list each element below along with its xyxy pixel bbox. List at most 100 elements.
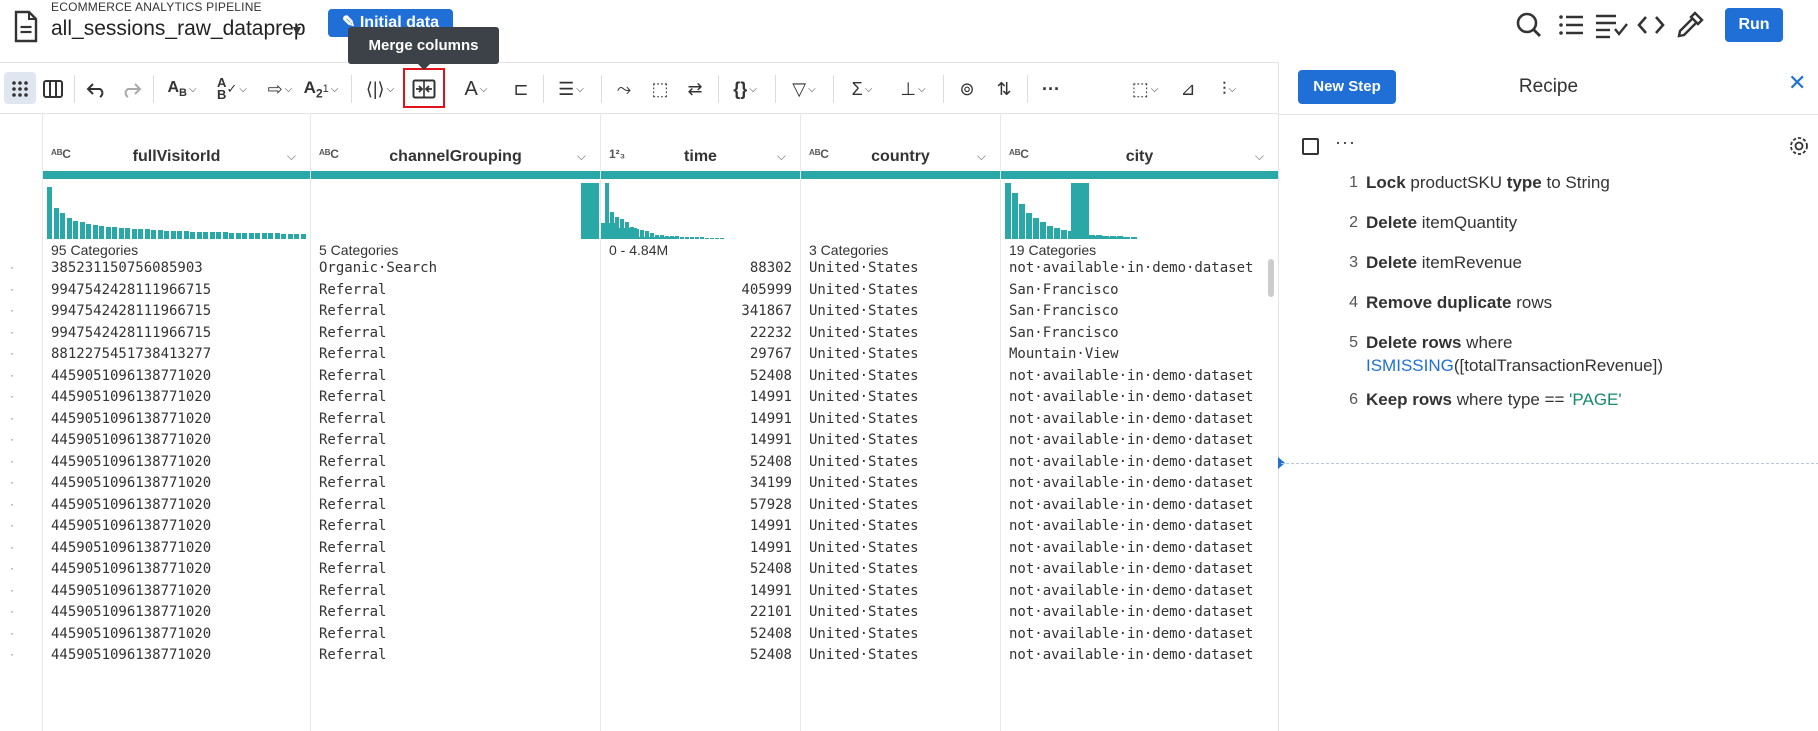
column-header[interactable]: ᴬᴮC country ⌵ xyxy=(801,147,1000,167)
recipe-name[interactable]: all_sessions_raw_dataprep xyxy=(51,17,306,41)
text-icon[interactable]: A ⌵ xyxy=(456,73,496,105)
histogram-bar[interactable] xyxy=(112,227,117,239)
histogram-bar[interactable] xyxy=(261,233,267,239)
histogram-bar[interactable] xyxy=(196,231,202,239)
histogram-bar[interactable] xyxy=(235,232,241,239)
table-cell[interactable]: 4459051096138771020 xyxy=(51,643,302,668)
column-fullvisitorid[interactable]: ᴬᴮC fullVisitorId ⌵ 95 Categories 385231… xyxy=(42,114,310,731)
histogram-bar[interactable] xyxy=(640,230,644,239)
chevron-down-icon[interactable]: ⌵ xyxy=(287,149,296,164)
histogram-bar[interactable] xyxy=(86,223,91,239)
column-city[interactable]: ᴬᴮC city ⌵ 19 Categories not·available·i… xyxy=(1000,114,1278,731)
histogram-bar[interactable] xyxy=(1082,233,1088,239)
restructure-icon[interactable]: ☰ ⌵ xyxy=(551,73,591,105)
histogram-bar[interactable] xyxy=(99,226,104,239)
histogram-bar[interactable] xyxy=(1040,222,1046,239)
histogram-bar[interactable] xyxy=(183,231,189,239)
histogram-bar[interactable] xyxy=(675,236,679,239)
aggregate-icon[interactable]: Σ ⌵ xyxy=(842,73,882,105)
column-header[interactable]: ᴬᴮC city ⌵ xyxy=(1001,147,1278,167)
histogram-bar[interactable] xyxy=(1005,183,1011,239)
split-icon[interactable]: ⟨|⟩ ⌵ xyxy=(360,73,400,105)
chevron-down-icon[interactable]: ⌵ xyxy=(577,149,586,164)
histogram-bar[interactable] xyxy=(1068,231,1074,239)
histogram-bar[interactable] xyxy=(645,231,649,239)
row-handle[interactable]: · xyxy=(10,282,14,296)
row-handle[interactable]: · xyxy=(10,626,14,640)
histogram-bar[interactable] xyxy=(1075,232,1081,239)
filter-icon[interactable]: ▽ ⌵ xyxy=(784,73,824,105)
chevron-down-icon[interactable]: ▼ xyxy=(290,22,304,38)
column-header[interactable]: ᴬᴮC fullVisitorId ⌵ xyxy=(43,147,310,167)
row-handle[interactable]: · xyxy=(10,368,14,382)
histogram-bar[interactable] xyxy=(1012,193,1018,239)
histogram-bar[interactable] xyxy=(216,232,221,239)
histogram[interactable] xyxy=(47,182,306,239)
row-handle[interactable]: · xyxy=(10,260,14,274)
filter-list-icon[interactable] xyxy=(1594,10,1630,40)
code-icon[interactable] xyxy=(1636,10,1666,40)
column-view-icon[interactable] xyxy=(41,73,65,105)
eyedropper-icon[interactable] xyxy=(1675,10,1705,40)
histogram-bar[interactable] xyxy=(615,216,619,239)
column-header[interactable]: 1²₃ time ⌵ xyxy=(601,147,800,167)
table-cell[interactable]: Referral xyxy=(319,643,592,668)
row-handle[interactable]: · xyxy=(10,389,14,403)
histogram-bar[interactable] xyxy=(630,226,634,239)
format-text-icon[interactable]: ⊏ xyxy=(506,73,536,105)
row-handle[interactable]: · xyxy=(10,325,14,339)
histogram-bar[interactable] xyxy=(1061,230,1067,239)
histogram-bar[interactable] xyxy=(710,237,714,239)
row-handle[interactable]: · xyxy=(10,583,14,597)
run-button[interactable]: Run xyxy=(1725,8,1783,42)
list-icon[interactable] xyxy=(1556,10,1586,40)
histogram-bar[interactable] xyxy=(242,232,247,239)
table-cell[interactable]: 52408 xyxy=(609,643,792,668)
histogram-bar[interactable] xyxy=(177,231,182,239)
histogram-bar[interactable] xyxy=(635,228,639,239)
histogram-bar[interactable] xyxy=(1019,204,1025,239)
histogram-bar[interactable] xyxy=(705,237,709,239)
row-handle[interactable]: · xyxy=(10,475,14,489)
histogram-bar[interactable] xyxy=(1110,236,1116,239)
histogram[interactable] xyxy=(605,182,796,239)
histogram-bar[interactable] xyxy=(73,220,78,239)
table-cell[interactable]: not·available·in·demo·dataset xyxy=(1009,643,1270,668)
histogram-bar[interactable] xyxy=(209,232,215,239)
histogram-bar[interactable] xyxy=(255,233,260,239)
column-country[interactable]: ᴬᴮC country ⌵ 3 Categories United·States… xyxy=(800,114,1127,731)
histogram-bar[interactable] xyxy=(1047,225,1053,239)
histogram-bar[interactable] xyxy=(118,227,124,239)
format-icon[interactable]: A2 1 ⌵ xyxy=(301,73,341,105)
histogram-bar[interactable] xyxy=(300,233,306,239)
histogram-bar[interactable] xyxy=(125,228,130,239)
row-handle[interactable]: · xyxy=(10,346,14,360)
histogram-bar[interactable] xyxy=(700,237,704,239)
select-region-icon[interactable]: ⬚ ⌵ xyxy=(1124,73,1166,105)
histogram[interactable] xyxy=(1005,182,1274,239)
histogram-bar[interactable] xyxy=(190,231,195,239)
histogram-bar[interactable] xyxy=(670,236,674,239)
histogram-bar[interactable] xyxy=(1054,227,1060,239)
row-handle[interactable]: · xyxy=(10,454,14,468)
histogram-bar[interactable] xyxy=(1117,236,1123,239)
row-handle[interactable]: · xyxy=(10,561,14,575)
histogram-bar[interactable] xyxy=(151,230,156,239)
histogram-bar[interactable] xyxy=(1124,236,1130,239)
search-icon[interactable] xyxy=(1514,10,1544,40)
join-icon[interactable]: ⊥ ⌵ xyxy=(893,73,933,105)
pivot-icon[interactable]: ⬚ xyxy=(645,73,675,105)
histogram-bar[interactable] xyxy=(60,213,65,239)
row-handle[interactable]: · xyxy=(10,497,14,511)
row-handle[interactable]: · xyxy=(10,303,14,317)
histogram-bar[interactable] xyxy=(610,212,614,239)
chevron-down-icon[interactable]: ⌵ xyxy=(977,149,986,164)
select-all-checkbox[interactable] xyxy=(1302,138,1319,155)
move-icon[interactable]: ⇨ ⌵ xyxy=(260,73,300,105)
histogram-bar[interactable] xyxy=(715,237,719,239)
settings-sliders-icon[interactable]: ⫶ ⌵ xyxy=(1207,73,1251,105)
histogram-bar[interactable] xyxy=(695,237,699,239)
sort-icon[interactable]: A B ✓ ⌵ xyxy=(213,73,251,105)
replace-icon[interactable]: ⇄ xyxy=(680,73,710,105)
vertical-scrollbar[interactable] xyxy=(1268,259,1274,297)
